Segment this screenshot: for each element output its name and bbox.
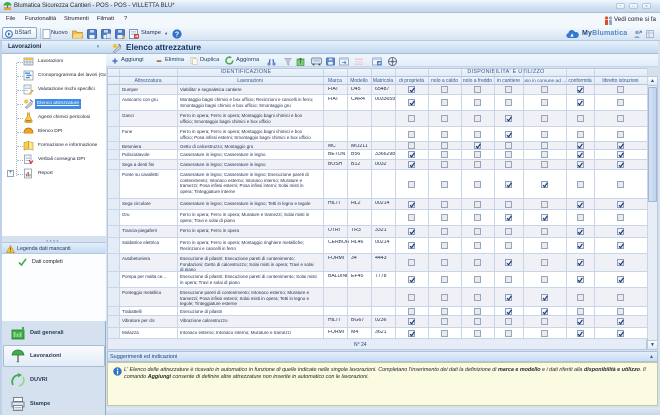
svg-text:?: ? xyxy=(175,31,179,38)
